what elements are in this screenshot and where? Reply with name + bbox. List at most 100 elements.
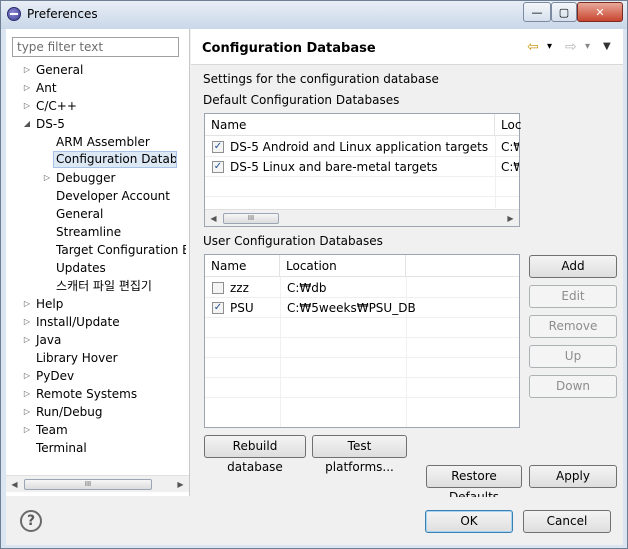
expand-arrow-icon[interactable]: ▷ <box>22 367 32 385</box>
maximize-button[interactable]: ▢ <box>551 2 577 22</box>
table-row[interactable]: ✓ PSU C:₩5weeks₩PSU_DB <box>205 298 519 318</box>
user-databases-label: User Configuration Databases <box>203 234 383 248</box>
scroll-thumb[interactable]: III <box>24 479 152 490</box>
help-icon[interactable]: ? <box>20 510 42 532</box>
expand-arrow-icon[interactable]: ▷ <box>22 295 32 313</box>
user-databases-table: Name Location zzz C:₩db ✓ PSU C:₩5weeks₩… <box>204 254 520 428</box>
tree-item-label: Updates <box>56 261 106 275</box>
forward-dropdown-icon[interactable]: ▾ <box>585 38 590 56</box>
row-checkbox[interactable]: ✓ <box>212 161 224 173</box>
row-name: DS-5 Android and Linux application targe… <box>230 140 489 154</box>
table-row[interactable]: ✓ DS-5 Linux and bare-metal targets C:₩ <box>205 157 519 177</box>
preferences-window: Preferences — ▢ ✕ ▷ General ▷ Ant ▷ C/C+… <box>0 0 628 549</box>
eclipse-icon <box>7 7 21 21</box>
expand-arrow-icon[interactable]: ▷ <box>22 331 32 349</box>
expand-arrow-icon[interactable]: ▷ <box>22 421 32 439</box>
row-checkbox[interactable]: ✓ <box>212 302 224 314</box>
page-description: Settings for the configuration database <box>203 72 439 86</box>
tree-item-label: PyDev <box>36 369 75 383</box>
column-header-name[interactable]: Name <box>205 114 495 136</box>
tree-item-scatter-file-editor[interactable]: 스캐터 파일 편집기 <box>56 277 152 295</box>
down-button[interactable]: Down <box>529 375 617 398</box>
expand-arrow-icon[interactable]: ▷ <box>22 61 32 79</box>
tree-item-label: DS-5 <box>36 117 65 131</box>
page-title: Configuration Database <box>202 41 376 56</box>
default-databases-label: Default Configuration Databases <box>203 93 400 107</box>
close-button[interactable]: ✕ <box>577 2 623 22</box>
restore-defaults-button[interactable]: Restore Defaults <box>426 465 522 504</box>
scroll-right-icon[interactable]: ▶ <box>172 476 189 493</box>
remove-button[interactable]: Remove <box>529 315 617 338</box>
up-button[interactable]: Up <box>529 345 617 368</box>
expand-arrow-icon[interactable]: ▷ <box>22 97 32 115</box>
row-location: C:₩ <box>501 140 519 154</box>
tree-item-label: Terminal <box>36 441 87 455</box>
scroll-left-icon[interactable]: ◀ <box>6 476 23 493</box>
preference-tree-pane: ▷ General ▷ Ant ▷ C/C++ ◢ DS-5 ARM Asse <box>6 29 190 496</box>
tree-item-label: General <box>56 207 104 221</box>
ok-button[interactable]: OK <box>425 510 513 533</box>
filter-input[interactable] <box>12 37 179 57</box>
scroll-thumb[interactable]: III <box>223 213 279 224</box>
window-title: Preferences <box>27 7 98 21</box>
tree-item-label: General <box>36 63 84 77</box>
back-arrow-icon[interactable]: ⇦ <box>527 38 539 56</box>
rebuild-database-button[interactable]: Rebuild database <box>204 435 306 474</box>
tree-item-developer-account[interactable]: Developer Account <box>56 187 170 205</box>
tree-item-updates[interactable]: Updates <box>56 259 106 277</box>
expand-arrow-icon[interactable]: ▷ <box>22 403 32 421</box>
view-menu-icon[interactable]: ▼ <box>603 38 611 56</box>
row-checkbox[interactable] <box>212 282 224 294</box>
tree-item-label: Install/Update <box>36 315 120 329</box>
row-location: C:₩5weeks₩PSU_DB <box>287 301 416 315</box>
page-header: Configuration Database ⇦ ▾ ⇨ ▾ ▼ <box>191 29 623 65</box>
edit-button[interactable]: Edit <box>529 285 617 308</box>
table-row[interactable]: ✓ DS-5 Android and Linux application tar… <box>205 137 519 157</box>
add-button[interactable]: Add <box>529 255 617 278</box>
tree-item-ds5-general[interactable]: General <box>56 205 103 223</box>
row-location: C:₩db <box>287 281 327 295</box>
tree-item-configuration-database[interactable]: Configuration Database <box>53 151 177 169</box>
tree-item-label: Debugger <box>56 171 116 185</box>
tree-item-target-configuration[interactable]: Target Configuration Ed <box>56 241 186 259</box>
test-platforms-button[interactable]: Test platforms... <box>312 435 407 474</box>
row-checkbox[interactable]: ✓ <box>212 141 224 153</box>
dialog-client-area: ▷ General ▷ Ant ▷ C/C++ ◢ DS-5 ARM Asse <box>6 29 623 545</box>
tree-item-terminal[interactable]: Terminal <box>36 439 87 457</box>
scroll-right-icon[interactable]: ▶ <box>502 210 519 227</box>
cancel-button[interactable]: Cancel <box>523 510 611 533</box>
title-bar[interactable]: Preferences — ▢ ✕ <box>1 1 627 29</box>
tree-item-label: Remote Systems <box>36 387 138 401</box>
row-name: zzz <box>230 281 249 295</box>
expand-arrow-icon[interactable]: ▷ <box>42 169 52 187</box>
expand-arrow-icon[interactable]: ▷ <box>22 313 32 331</box>
table-row[interactable]: zzz C:₩db <box>205 278 519 298</box>
tree-item-label: Ant <box>36 81 57 95</box>
tree-item-library-hover[interactable]: Library Hover <box>36 349 118 367</box>
row-location: C:₩ <box>501 160 519 174</box>
tree-item-streamline[interactable]: Streamline <box>56 223 121 241</box>
tree-item-label: Library Hover <box>36 351 118 365</box>
column-header-location[interactable]: Location <box>280 255 406 277</box>
tree-item-label: 스캐터 파일 편집기 <box>56 279 152 293</box>
tree-item-label: Run/Debug <box>36 405 103 419</box>
table-horizontal-scrollbar[interactable]: ◀ III ▶ <box>205 209 519 226</box>
tree-item-label: C/C++ <box>36 99 77 113</box>
tree-item-label: Developer Account <box>56 189 170 203</box>
collapse-arrow-icon[interactable]: ◢ <box>22 115 32 133</box>
apply-button[interactable]: Apply <box>529 465 617 488</box>
tree-item-arm-assembler[interactable]: ARM Assembler <box>56 133 150 151</box>
scroll-left-icon[interactable]: ◀ <box>205 210 222 227</box>
column-header-location[interactable]: Loc <box>495 114 521 136</box>
expand-arrow-icon[interactable]: ▷ <box>22 79 32 97</box>
forward-arrow-icon[interactable]: ⇨ <box>565 38 577 56</box>
tree-item-label: Team <box>36 423 68 437</box>
column-header-name[interactable]: Name <box>205 255 280 277</box>
tree-horizontal-scrollbar[interactable]: ◀ III ▶ <box>6 475 189 492</box>
minimize-button[interactable]: — <box>523 2 551 22</box>
expand-arrow-icon[interactable]: ▷ <box>22 385 32 403</box>
row-name: PSU <box>230 301 254 315</box>
preference-page: Configuration Database ⇦ ▾ ⇨ ▾ ▼ Setting… <box>191 29 623 504</box>
tree-item-label: Target Configuration Ed <box>56 243 186 257</box>
back-dropdown-icon[interactable]: ▾ <box>547 38 552 56</box>
